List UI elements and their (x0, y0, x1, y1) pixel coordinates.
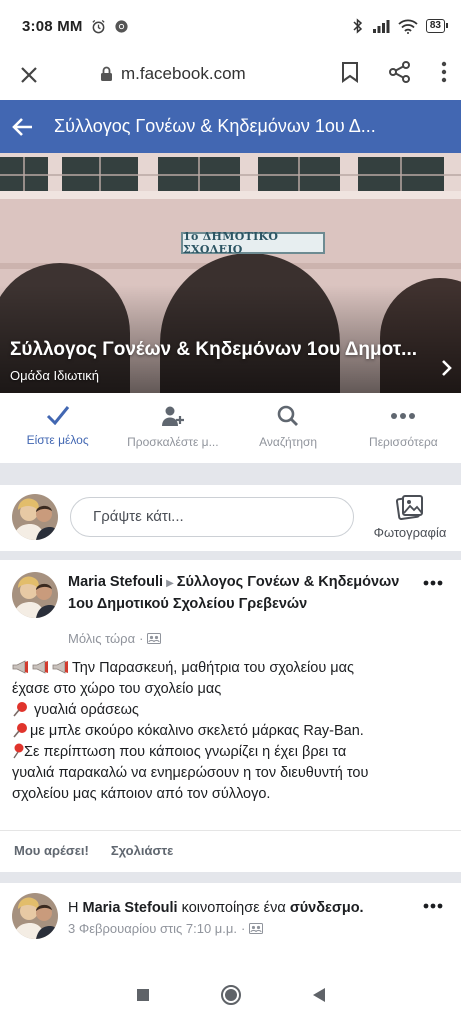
post-line: σχολείου μας κάποιον από τον σύλλογο. (12, 786, 271, 802)
group-header: Σύλλογος Γονέων & Κηδεμόνων 1ου Δ... (0, 100, 461, 153)
shared-post-meta: 3 Φεβρουαρίου στις 7:10 μ.μ. · (68, 921, 264, 936)
close-icon (21, 67, 37, 83)
bookmark-icon[interactable] (341, 61, 359, 83)
group-audience-icon (249, 923, 264, 934)
pushpin-icon (13, 723, 27, 738)
search-label: Αναζήτηση (259, 435, 318, 449)
photo-label: Φωτογραφία (373, 525, 447, 540)
post-actions: Μου αρέσει! Σχολιάστε (0, 830, 461, 872)
wifi-icon (398, 19, 418, 34)
pushpin-icon (13, 702, 27, 717)
search-button[interactable]: Αναζήτηση (231, 393, 346, 463)
share-icon[interactable] (389, 61, 411, 83)
group-privacy: Ομάδα Ιδιωτική (10, 368, 99, 383)
round-pushpin-icon (13, 743, 24, 759)
post-line: γυαλιά παρακαλώ να ενημερώσουν η τον διε… (12, 765, 369, 781)
post-options-icon[interactable] (423, 903, 443, 909)
shared-post-header: Η Maria Stefouli κοινοποίησε ένα σύνδεσμ… (68, 900, 364, 916)
back-arrow-icon[interactable] (12, 117, 34, 137)
more-icon (391, 413, 416, 419)
search-icon (277, 405, 299, 426)
battery-indicator: 83 (425, 19, 449, 33)
write-something-input[interactable]: Γράψτε κάτι... (70, 497, 354, 537)
avatar[interactable] (12, 893, 58, 939)
system-nav-bar (0, 966, 461, 1024)
like-button[interactable]: Μου αρέσει! (14, 843, 89, 872)
close-tab-button[interactable] (16, 62, 42, 88)
menu-dots-icon[interactable] (441, 61, 447, 83)
comment-button[interactable]: Σχολιάστε (111, 843, 173, 872)
post-line: έχασε στο χώρο του σχολείο μας (12, 681, 222, 697)
post-composer: Γράψτε κάτι... Φωτογραφία (0, 485, 461, 551)
post-header: Maria Stefouli ▶ Σύλλογος Γονέων & Κηδεμόν… (68, 572, 416, 614)
post-author[interactable]: Maria Stefouli (68, 574, 163, 590)
post-body: Την Παρασκευή, μαθήτρια του σχολείου μας… (12, 658, 452, 805)
section-divider (0, 872, 461, 883)
post-line: Την Παρασκευή, μαθήτρια του σχολείου μας (12, 658, 452, 679)
home-icon[interactable] (220, 984, 242, 1006)
section-divider (0, 463, 461, 485)
group-cover-photo[interactable]: 1ο ΔΗΜΟΤΙΚΟ ΣΧΟΛΕΙΟ Σύλλογος Γονέων & Κη… (0, 153, 461, 393)
signal-icon (372, 20, 390, 33)
status-bar: 3:08 MM 83 (0, 0, 461, 52)
shared-post-time[interactable]: 3 Φεβρουαρίου στις 7:10 μ.μ. (68, 921, 237, 936)
add-person-icon (161, 406, 184, 426)
url-field[interactable]: m.facebook.com (100, 64, 246, 84)
bluetooth-icon (353, 18, 362, 34)
more-label: Περισσότερα (369, 435, 438, 449)
caret-right-icon: ▶ (166, 578, 174, 589)
profile-photo (12, 893, 58, 939)
group-header-title: Σύλλογος Γονέων & Κηδεμόνων 1ου Δ... (54, 116, 376, 136)
back-icon[interactable] (312, 987, 326, 1003)
more-button[interactable]: Περισσότερα (346, 393, 461, 463)
photo-icon (396, 495, 423, 521)
shared-link-word[interactable]: σύνδεσμο. (290, 900, 364, 916)
browser-toolbar: m.facebook.com (0, 52, 461, 100)
shared-link-post: Η Maria Stefouli κοινοποίησε ένα σύνδεσμ… (0, 883, 461, 963)
profile-photo (12, 494, 58, 540)
check-icon (46, 406, 69, 425)
joined-label: Είστε μέλος (26, 433, 89, 447)
avatar[interactable] (12, 494, 58, 540)
chrome-icon (115, 19, 128, 33)
post-line: με μπλε σκούρο κόκαλινο σκελετό μάρκας R… (12, 721, 452, 742)
shared-post-author[interactable]: Maria Stefouli (83, 900, 178, 916)
recents-icon[interactable] (136, 988, 150, 1002)
profile-photo (12, 572, 58, 618)
post-time[interactable]: Μόλις τώρα (68, 631, 135, 646)
avatar[interactable] (12, 572, 58, 618)
group-name: Σύλλογος Γονέων & Κηδεμόνων 1ου Δημοτ... (10, 339, 418, 360)
invite-label: Προσκαλέστε μ... (127, 435, 219, 449)
status-time: 3:08 MM (22, 17, 83, 35)
megaphone-icon (12, 660, 68, 674)
post-meta: Μόλις τώρα · (68, 631, 162, 646)
chevron-right-icon[interactable] (441, 359, 453, 377)
section-divider (0, 551, 461, 560)
post-options-icon[interactable] (423, 580, 443, 586)
group-audience-icon (147, 633, 162, 644)
alarm-icon (92, 19, 105, 33)
post-line: Σε περίπτωση που κάποιος γνωρίζει η έχει… (12, 742, 452, 763)
invite-button[interactable]: Προσκαλέστε μ... (115, 393, 230, 463)
url-text: m.facebook.com (121, 64, 246, 83)
photo-button[interactable]: Φωτογραφία (360, 493, 460, 540)
post-line: γυαλιά οράσεως (12, 700, 452, 721)
school-sign: 1ο ΔΗΜΟΤΙΚΟ ΣΧΟΛΕΙΟ (181, 230, 325, 256)
group-actions-bar: Είστε μέλος Προσκαλέστε μ... Αναζήτηση Π… (0, 393, 461, 463)
lock-icon (101, 66, 112, 81)
joined-button[interactable]: Είστε μέλος (0, 393, 115, 463)
